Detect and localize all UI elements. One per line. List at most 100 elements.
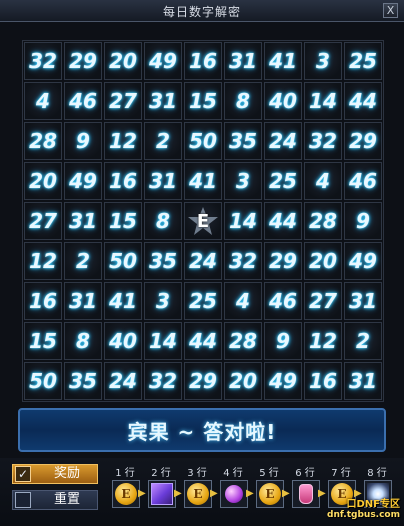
number-cell[interactable]: 32	[304, 122, 342, 160]
row-label: 1 行	[115, 468, 135, 479]
number-cell[interactable]: 27	[104, 82, 142, 120]
number-cell[interactable]: 46	[64, 82, 102, 120]
number-cell[interactable]: 35	[144, 242, 182, 280]
number-cell[interactable]: 41	[184, 162, 222, 200]
number-cell[interactable]: 49	[144, 42, 182, 80]
number-cell[interactable]: 12	[104, 122, 142, 160]
number-cell[interactable]: 28	[24, 122, 62, 160]
number-cell[interactable]: 4	[24, 82, 62, 120]
close-button[interactable]: X	[383, 3, 398, 18]
number-cell[interactable]: 41	[264, 42, 302, 80]
number-cell[interactable]: 4	[304, 162, 342, 200]
number-cell[interactable]: 40	[264, 82, 302, 120]
number-cell[interactable]: 16	[184, 42, 222, 80]
number-cell[interactable]: 31	[344, 362, 382, 400]
number-cell[interactable]: 28	[304, 202, 342, 240]
number-cell[interactable]: 8	[224, 82, 262, 120]
window-title: 每日数字解密	[162, 5, 241, 19]
number-cell[interactable]: 4	[224, 282, 262, 320]
reward-item[interactable]	[220, 480, 248, 508]
number-cell[interactable]: 50	[184, 122, 222, 160]
number-cell[interactable]: 12	[24, 242, 62, 280]
reward-item[interactable]	[292, 480, 320, 508]
number-cell[interactable]: 9	[344, 202, 382, 240]
number-cell[interactable]: 24	[184, 242, 222, 280]
number-cell[interactable]: 3	[144, 282, 182, 320]
number-cell[interactable]: 14	[304, 82, 342, 120]
number-cell[interactable]: 24	[104, 362, 142, 400]
number-cell[interactable]: 25	[184, 282, 222, 320]
number-cell[interactable]: 31	[224, 42, 262, 80]
number-cell[interactable]: 8	[64, 322, 102, 360]
number-cell[interactable]: 2	[144, 122, 182, 160]
number-cell[interactable]: 41	[104, 282, 142, 320]
number-cell[interactable]: 29	[64, 42, 102, 80]
number-cell[interactable]: 2	[64, 242, 102, 280]
number-cell[interactable]: 44	[344, 82, 382, 120]
row-label: 2 行	[151, 468, 171, 479]
number-cell[interactable]: 49	[264, 362, 302, 400]
number-cell[interactable]: 25	[344, 42, 382, 80]
number-grid: 32 29 20 49 16 31 41 3 25 4 46 27 31 15 8 40 14 44 28 9 12 2 5…	[22, 40, 384, 402]
number-cell[interactable]: 31	[344, 282, 382, 320]
reward-slot: 2 行 ▶	[138, 464, 178, 524]
number-cell[interactable]: 49	[64, 162, 102, 200]
number-cell[interactable]: 29	[184, 362, 222, 400]
reward-toggle[interactable]: ✓ 奖励	[12, 464, 98, 484]
number-cell[interactable]: 27	[24, 202, 62, 240]
number-cell[interactable]: 28	[224, 322, 262, 360]
number-cell[interactable]: 46	[264, 282, 302, 320]
number-cell[interactable]: 3	[224, 162, 262, 200]
number-cell[interactable]: 16	[24, 282, 62, 320]
number-cell[interactable]: 31	[64, 282, 102, 320]
number-cell[interactable]: 31	[144, 162, 182, 200]
number-cell[interactable]: 32	[144, 362, 182, 400]
number-cell[interactable]: 49	[344, 242, 382, 280]
number-cell[interactable]: 15	[184, 82, 222, 120]
number-cell[interactable]: 8	[144, 202, 182, 240]
reset-toggle[interactable]: 重置	[12, 490, 98, 510]
reward-item[interactable]: E	[256, 480, 284, 508]
number-cell[interactable]: 16	[104, 162, 142, 200]
reward-item[interactable]	[148, 480, 176, 508]
reward-item[interactable]: E	[112, 480, 140, 508]
number-cell[interactable]: 29	[344, 122, 382, 160]
reward-item[interactable]: E	[184, 480, 212, 508]
number-cell[interactable]: 14	[144, 322, 182, 360]
number-cell[interactable]: 25	[264, 162, 302, 200]
number-cell[interactable]: 32	[224, 242, 262, 280]
number-cell[interactable]: 44	[184, 322, 222, 360]
number-cell[interactable]: 31	[64, 202, 102, 240]
number-cell[interactable]: 29	[264, 242, 302, 280]
number-cell[interactable]: 9	[64, 122, 102, 160]
number-cell[interactable]: 27	[304, 282, 342, 320]
number-cell[interactable]: 20	[24, 162, 62, 200]
number-cell[interactable]: 20	[224, 362, 262, 400]
number-cell[interactable]: 31	[144, 82, 182, 120]
reward-checkbox[interactable]: ✓	[15, 466, 31, 482]
number-cell[interactable]: 14	[224, 202, 262, 240]
number-cell[interactable]: 20	[104, 42, 142, 80]
center-star-cell[interactable]: E	[184, 202, 222, 240]
number-cell[interactable]: 44	[264, 202, 302, 240]
number-cell[interactable]: 16	[304, 362, 342, 400]
number-cell[interactable]: 35	[224, 122, 262, 160]
number-cell[interactable]: 35	[64, 362, 102, 400]
number-cell[interactable]: 50	[24, 362, 62, 400]
number-cell[interactable]: 9	[264, 322, 302, 360]
number-cell[interactable]: 32	[24, 42, 62, 80]
reset-label: 重置	[53, 492, 80, 507]
number-cell[interactable]: 46	[344, 162, 382, 200]
number-cell[interactable]: 15	[104, 202, 142, 240]
number-cell[interactable]: 15	[24, 322, 62, 360]
reset-checkbox[interactable]	[15, 492, 31, 508]
number-cell[interactable]: 40	[104, 322, 142, 360]
arrow-icon: ▶	[138, 488, 146, 499]
number-cell[interactable]: 20	[304, 242, 342, 280]
number-cell[interactable]: 12	[304, 322, 342, 360]
number-cell[interactable]: 50	[104, 242, 142, 280]
number-cell[interactable]: 2	[344, 322, 382, 360]
number-cell[interactable]: 24	[264, 122, 302, 160]
number-cell[interactable]: 3	[304, 42, 342, 80]
watermark-line1: 口DNF专区	[346, 499, 400, 510]
